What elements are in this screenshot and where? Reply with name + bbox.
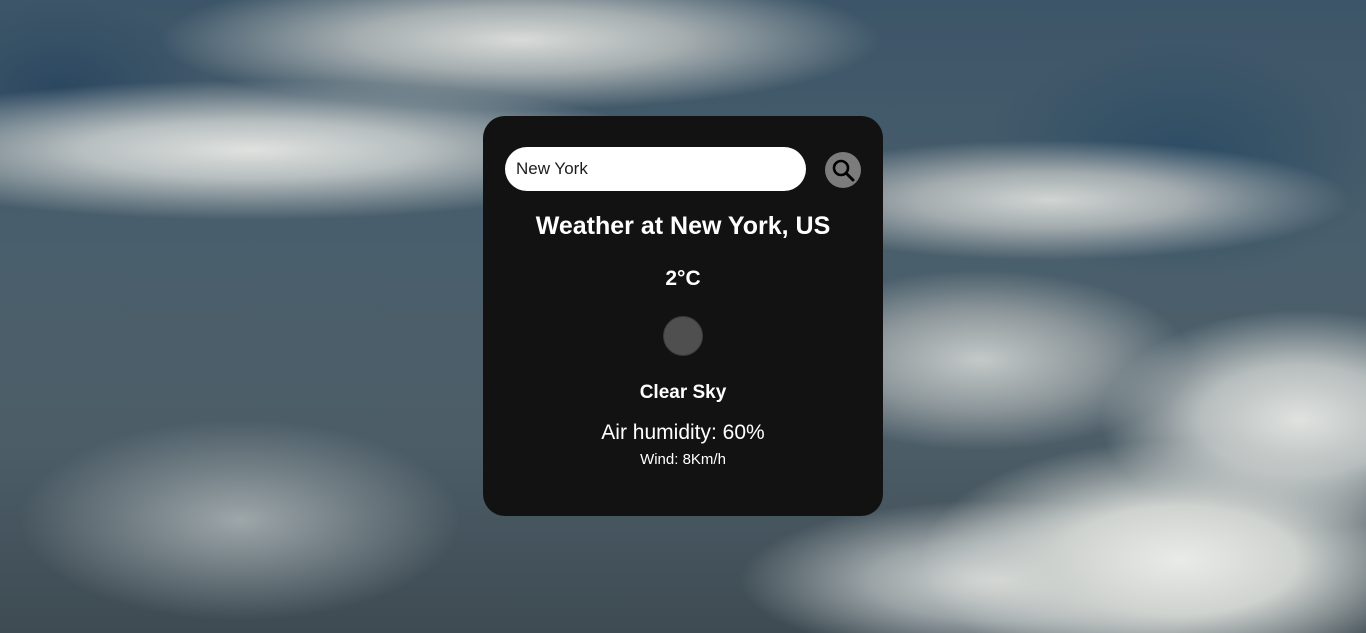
search-button[interactable] [825,152,861,188]
city-search-input[interactable] [505,147,806,191]
temperature: 2°C [665,267,701,290]
humidity-text: Air humidity: 60% [601,421,765,444]
weather-card: Weather at New York, US 2°C Clear Sky Ai… [483,116,883,516]
search-icon [832,159,855,182]
wind-text: Wind: 8Km/h [640,451,726,468]
weather-icon [663,316,703,356]
weather-description: Clear Sky [639,382,727,403]
location-title: Weather at New York, US [535,212,831,240]
